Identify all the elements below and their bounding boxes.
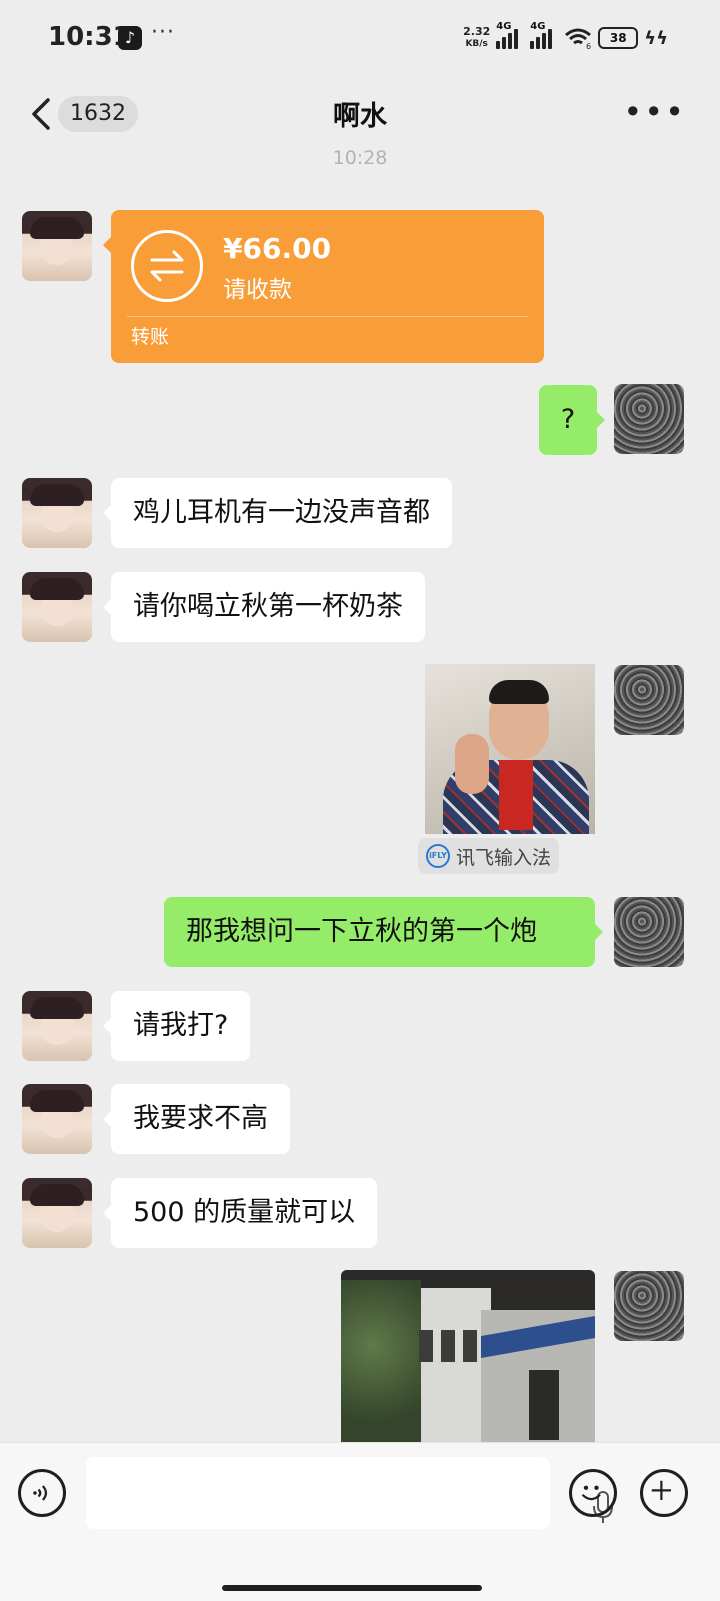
signal-label: 4G: [496, 21, 512, 32]
add-more-icon[interactable]: [640, 1469, 688, 1517]
home-indicator[interactable]: [222, 1585, 482, 1591]
message-bubble-contact[interactable]: 500 的质量就可以: [102, 1178, 378, 1248]
signal-label: 4G: [530, 21, 546, 32]
speed-unit: KB/s: [465, 39, 488, 49]
tiktok-icon: ♪: [118, 26, 142, 50]
charging-icon: ϟϟ: [644, 27, 668, 49]
divider: [127, 316, 528, 317]
transfer-amount: ¥66.00: [223, 232, 332, 265]
contact-avatar[interactable]: [22, 478, 92, 548]
sticker-source-chip[interactable]: iFLY 讯飞输入法: [418, 838, 560, 874]
input-bar: [0, 1442, 720, 1601]
chat-title: 啊水: [333, 101, 387, 132]
message-bubble-contact[interactable]: 请你喝立秋第一杯奶茶: [103, 572, 425, 642]
message-bubble-contact[interactable]: 请我打?: [102, 991, 251, 1061]
signal-icon: 4G: [530, 21, 558, 49]
transfer-status: 请收款: [223, 277, 292, 303]
signal-icon: 4G: [496, 21, 524, 49]
message-bubble-self[interactable]: ?: [539, 385, 605, 455]
wifi-badge: 6: [586, 42, 591, 49]
contact-avatar[interactable]: [22, 1084, 92, 1154]
more-notifications-icon: ···: [151, 20, 175, 45]
chat-header: 1632 啊水 •••: [0, 78, 720, 150]
self-avatar[interactable]: [614, 384, 684, 454]
contact-avatar[interactable]: [22, 1178, 92, 1248]
message-bubble-contact[interactable]: 鸡儿耳机有一边没声音都: [103, 478, 452, 548]
transfer-card[interactable]: ¥66.00 请收款 转账: [103, 210, 544, 363]
self-avatar[interactable]: [614, 1271, 684, 1341]
photo-message[interactable]: [341, 1270, 595, 1445]
message-bubble-contact[interactable]: 我要求不高: [103, 1084, 290, 1154]
more-options-icon[interactable]: •••: [623, 96, 686, 128]
speed-value: 2.32: [463, 25, 491, 38]
message-input[interactable]: [86, 1457, 613, 1529]
self-avatar[interactable]: [614, 665, 684, 735]
contact-avatar[interactable]: [22, 211, 92, 281]
transfer-arrows-icon: [131, 230, 203, 302]
transfer-label: 转账: [131, 326, 170, 348]
contact-avatar[interactable]: [22, 991, 92, 1061]
status-icons: 2.32 KB/s 4G 4G 6 38 ϟϟ: [463, 21, 668, 53]
self-avatar[interactable]: [614, 897, 684, 967]
message-bubble-self[interactable]: 那我想问一下立秋的第一个炮: [164, 897, 603, 967]
voice-input-icon[interactable]: [18, 1469, 66, 1517]
sticker-source-label: 讯飞输入法: [456, 846, 552, 869]
battery-icon: 38: [598, 27, 639, 49]
emoji-icon[interactable]: [569, 1469, 617, 1517]
ifly-logo-icon: iFLY: [426, 844, 450, 868]
status-bar: 10:31 ♪ ··· 2.32 KB/s 4G 4G 6 38 ϟϟ: [0, 0, 720, 78]
wifi-icon: 6: [565, 28, 591, 49]
contact-avatar[interactable]: [22, 572, 92, 642]
network-speed: 2.32 KB/s: [463, 26, 490, 50]
message-timestamp: 10:28: [332, 147, 388, 167]
sticker-image[interactable]: [425, 664, 595, 834]
